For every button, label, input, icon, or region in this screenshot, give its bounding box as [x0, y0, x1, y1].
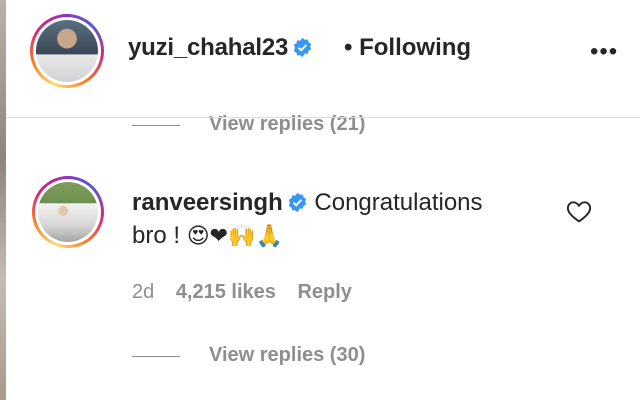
reply-button[interactable]: Reply — [297, 281, 351, 303]
comment-body: ranveersingh Congratulations bro ! 😍❤🙌🙏 — [132, 186, 552, 253]
comment-time: 2d — [132, 281, 155, 303]
more-options-icon[interactable]: ••• — [590, 38, 618, 66]
replies-line — [132, 356, 180, 357]
replies-line — [132, 125, 180, 126]
following-status[interactable]: • Following — [344, 34, 471, 62]
commenter-avatar[interactable] — [32, 176, 104, 248]
comment-text-line1: Congratulations — [314, 189, 483, 216]
verified-badge-icon — [288, 192, 306, 213]
author-avatar[interactable] — [30, 14, 104, 88]
comment-text-line2: bro ! — [132, 222, 181, 249]
header-divider — [6, 117, 640, 118]
post-header: yuzi_chahal23 • Following ••• — [6, 0, 640, 98]
separator-dot: • — [344, 34, 353, 61]
top-replies-row[interactable]: View replies (21) — [6, 98, 640, 138]
view-replies-link[interactable]: View replies (30) — [209, 344, 365, 367]
comment-meta: 2d 4,215 likes Reply — [132, 281, 368, 304]
comment-likes[interactable]: 4,215 likes — [176, 281, 276, 303]
heart-outline-icon[interactable] — [566, 199, 592, 223]
comment-emojis: 😍❤🙌🙏 — [186, 224, 283, 249]
verified-badge-icon — [293, 37, 312, 58]
author-username-text[interactable]: yuzi_chahal23 — [128, 34, 288, 61]
author-username[interactable]: yuzi_chahal23 — [128, 34, 313, 62]
commenter-username[interactable]: ranveersingh — [132, 189, 283, 216]
following-button[interactable]: Following — [359, 34, 471, 61]
